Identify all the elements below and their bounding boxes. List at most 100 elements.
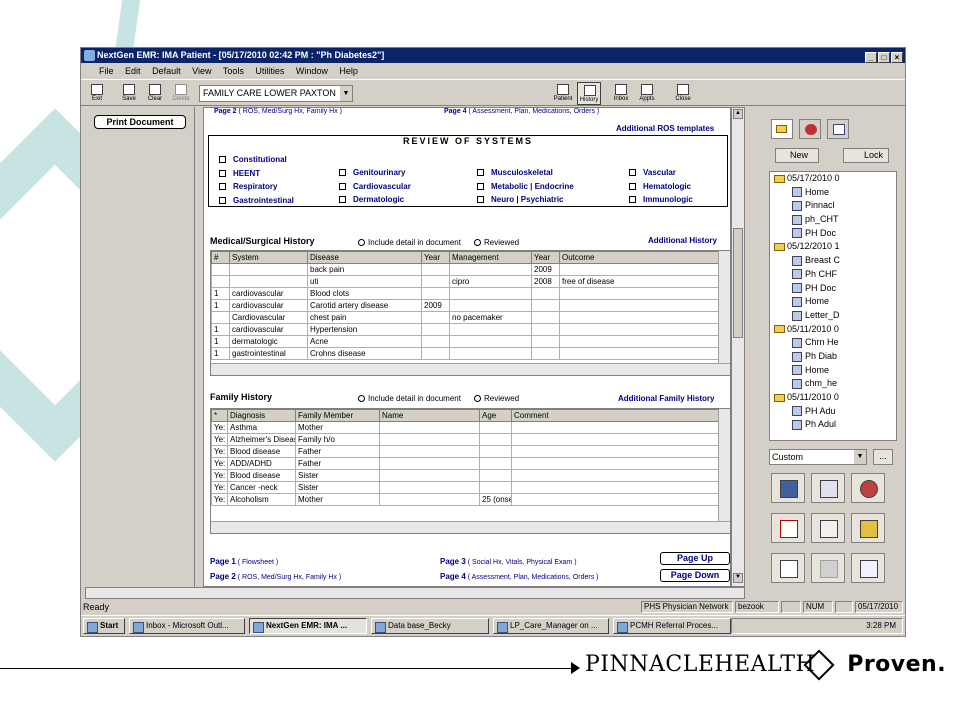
ros-item[interactable]: Respiratory	[219, 180, 294, 194]
table-cell[interactable]: Crohns disease	[307, 347, 422, 360]
column-header[interactable]: Year	[421, 251, 450, 264]
medical-button[interactable]	[771, 513, 805, 543]
edit-note-button[interactable]	[811, 473, 845, 503]
page2-link-top[interactable]: Page 2	[214, 108, 237, 115]
table-cell[interactable]	[479, 469, 512, 482]
menu-utilities[interactable]: Utilities	[255, 66, 284, 76]
menu-help[interactable]: Help	[339, 66, 358, 76]
tree-document-node[interactable]: ph_CHT	[770, 213, 896, 227]
radio[interactable]	[358, 395, 365, 403]
task-pcmh-referral[interactable]: PCMH Referral Proces...	[613, 618, 731, 634]
table-cell[interactable]	[511, 469, 720, 482]
table-cell[interactable]: ADD/ADHD	[227, 457, 296, 470]
checkbox[interactable]	[477, 182, 484, 190]
table-cell[interactable]: 1	[211, 299, 230, 312]
checkbox[interactable]	[477, 169, 484, 177]
family-history-row[interactable]: Ye: Asthma Mother	[211, 421, 720, 434]
table-cell[interactable]: Blood disease	[227, 445, 296, 458]
med-history-row[interactable]: uti cipro 2008 free of disease	[211, 275, 720, 288]
table-cell[interactable]: 1	[211, 323, 230, 336]
additional-ros-link[interactable]: Additional ROS templates	[616, 124, 714, 133]
radio[interactable]	[474, 395, 481, 403]
table-cell[interactable]: 1	[211, 335, 230, 348]
table-cell[interactable]	[229, 263, 308, 276]
table-cell[interactable]	[479, 445, 512, 458]
table-cell[interactable]	[559, 323, 720, 336]
table-cell[interactable]: Sister	[295, 481, 380, 494]
table-cell[interactable]	[531, 347, 560, 360]
fam-grid-vscroll[interactable]	[718, 409, 730, 522]
new-button[interactable]: New	[775, 148, 819, 163]
table-cell[interactable]: cardiovascular	[229, 323, 308, 336]
task-lp-care-manager[interactable]: LP_Care_Manager on ...	[493, 618, 609, 634]
page1-link[interactable]: Page 1	[210, 557, 236, 566]
calendar-tab[interactable]	[827, 119, 849, 139]
ros-item[interactable]: Neuro | Psychiatric	[477, 193, 574, 207]
table-cell[interactable]	[559, 299, 720, 312]
table-cell[interactable]: dermatologic	[229, 335, 308, 348]
window-hscroll[interactable]	[85, 587, 745, 599]
table-cell[interactable]: Ye:	[211, 469, 228, 482]
tree-document-node[interactable]: PH Adu	[770, 405, 896, 419]
tree-document-node[interactable]: Breast C	[770, 254, 896, 268]
close-button[interactable]: Close	[671, 82, 695, 105]
table-cell[interactable]	[449, 263, 532, 276]
menu-tools[interactable]: Tools	[223, 66, 244, 76]
table-cell[interactable]	[379, 457, 480, 470]
table-cell[interactable]	[531, 287, 560, 300]
table-cell[interactable]	[421, 263, 450, 276]
med-history-row[interactable]: 1 dermatologic Acne	[211, 335, 720, 348]
table-cell[interactable]	[511, 457, 720, 470]
table-cell[interactable]	[511, 433, 720, 446]
column-header[interactable]: Comment	[511, 409, 720, 422]
checkbox[interactable]	[219, 169, 226, 177]
column-header[interactable]: #	[211, 251, 230, 264]
prescription-button[interactable]	[771, 553, 805, 583]
table-cell[interactable]: Father	[295, 445, 380, 458]
checkbox[interactable]	[219, 156, 226, 164]
history-button[interactable]: History	[577, 82, 601, 105]
checkbox[interactable]	[477, 196, 484, 204]
table-cell[interactable]: gastrointestinal	[229, 347, 308, 360]
people-tab[interactable]	[799, 119, 821, 139]
table-cell[interactable]	[511, 421, 720, 434]
tree-document-node[interactable]: Ph CHF	[770, 268, 896, 282]
tree-document-node[interactable]: Letter_D	[770, 309, 896, 323]
menu-file[interactable]: File	[99, 66, 114, 76]
additional-family-history-link[interactable]: Additional Family History	[618, 394, 714, 403]
family-history-row[interactable]: Ye: Blood disease Sister	[211, 469, 720, 482]
grid-view-button[interactable]	[771, 473, 805, 503]
radio[interactable]	[474, 239, 481, 247]
table-cell[interactable]	[421, 335, 450, 348]
tree-document-node[interactable]: Ph Adul	[770, 418, 896, 432]
checkbox[interactable]	[629, 169, 636, 177]
med-include-detail-option[interactable]: Include detail in document	[358, 238, 461, 247]
table-cell[interactable]: Mother	[295, 493, 380, 506]
table-cell[interactable]	[379, 469, 480, 482]
table-cell[interactable]: 1	[211, 347, 230, 360]
table-cell[interactable]	[229, 275, 308, 288]
menu-view[interactable]: View	[192, 66, 211, 76]
minimize-icon[interactable]: _	[865, 52, 877, 63]
table-cell[interactable]: cardiovascular	[229, 287, 308, 300]
checkbox[interactable]	[219, 183, 226, 191]
fam-grid-hscroll[interactable]	[211, 521, 730, 533]
table-cell[interactable]: chest pain	[307, 311, 422, 324]
table-cell[interactable]	[559, 335, 720, 348]
save-button[interactable]: Save	[117, 82, 141, 105]
table-cell[interactable]: Asthma	[227, 421, 296, 434]
column-header[interactable]: Name	[379, 409, 480, 422]
menu-window[interactable]: Window	[296, 66, 328, 76]
additional-history-link[interactable]: Additional History	[648, 236, 717, 245]
table-cell[interactable]: Cardiovascular	[229, 311, 308, 324]
scroll-thumb[interactable]	[733, 228, 743, 338]
template-select[interactable]: FAMILY CARE LOWER PAXTON ▼	[199, 85, 353, 102]
column-header[interactable]: Outcome	[559, 251, 720, 264]
table-cell[interactable]	[211, 275, 230, 288]
table-cell[interactable]: Alzheimer's Disease	[227, 433, 296, 446]
page-down-button[interactable]: Page Down	[660, 569, 730, 582]
table-cell[interactable]: free of disease	[559, 275, 720, 288]
checkbox[interactable]	[219, 196, 226, 204]
table-cell[interactable]: Carotid artery disease	[307, 299, 422, 312]
table-cell[interactable]: Ye:	[211, 493, 228, 506]
